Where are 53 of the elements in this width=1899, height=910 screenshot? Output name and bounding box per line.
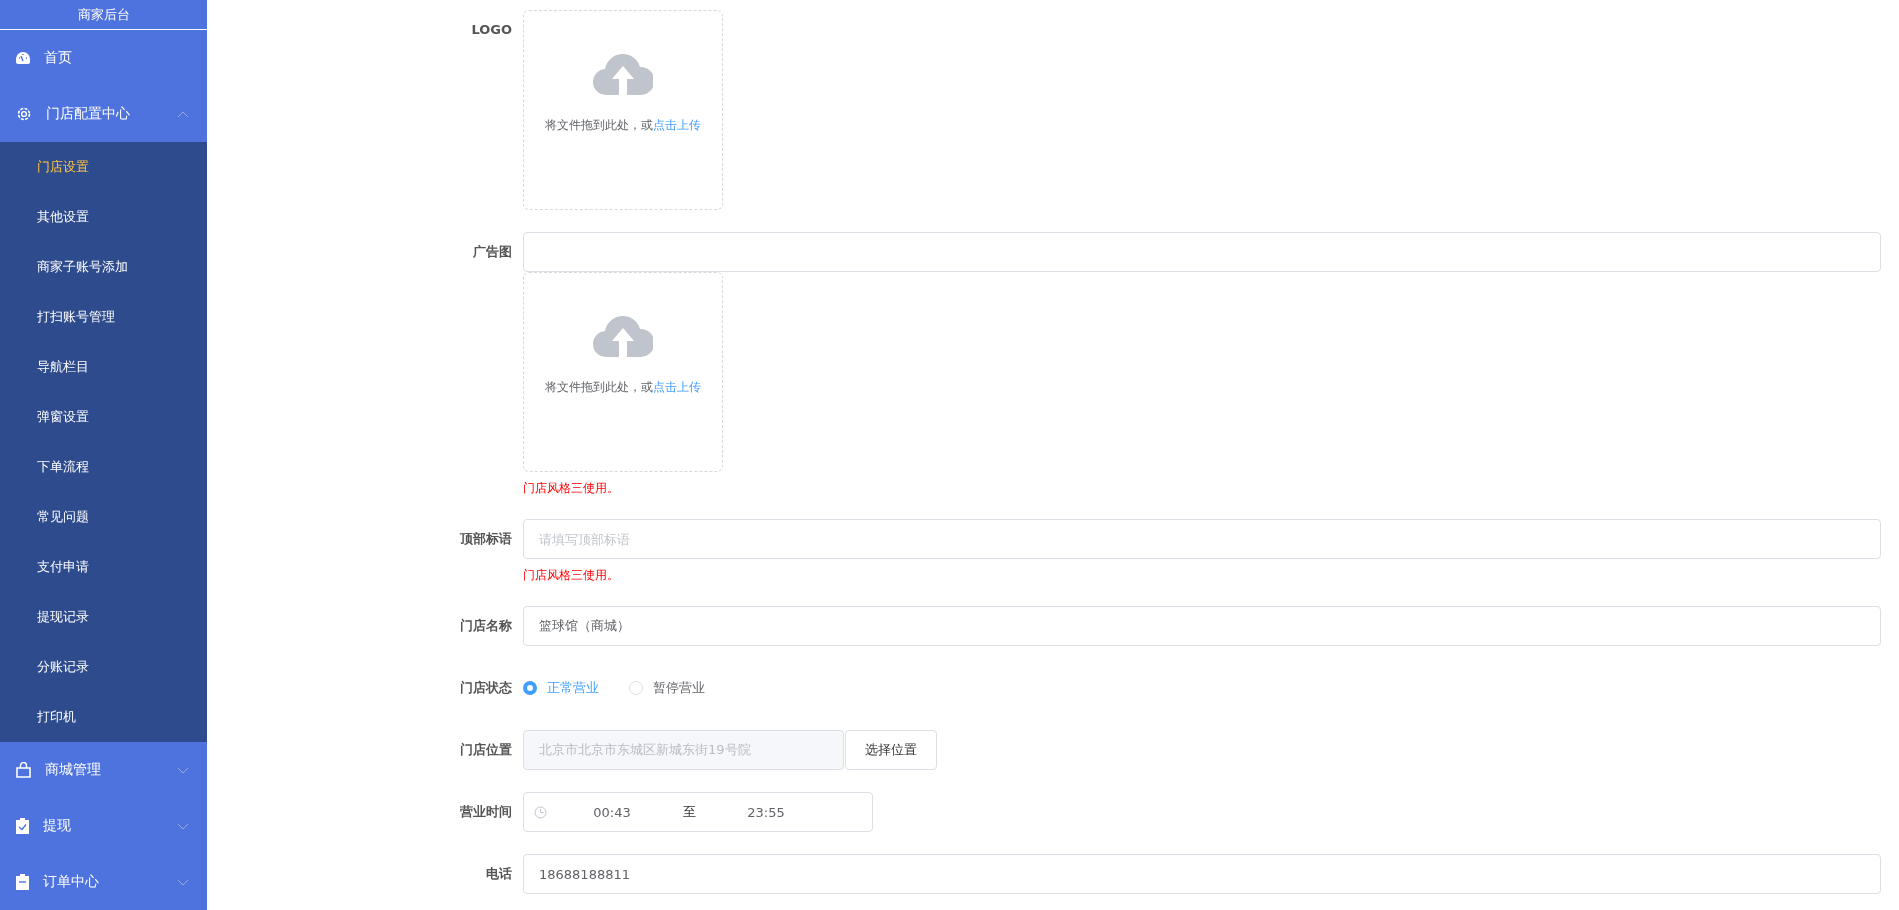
submenu-item[interactable]: 商家子账号添加 [0,242,207,292]
radio-option[interactable]: 暂停营业 [629,679,705,697]
upload-area[interactable]: 将文件拖到此处，或点击上传 [523,10,723,210]
submenu-item[interactable]: 下单流程 [0,442,207,492]
field-label: 顶部标语 [459,530,513,548]
menu-item[interactable]: 提现 [0,798,207,854]
submenu-item[interactable]: 其他设置 [0,192,207,242]
field-label: 电话 [485,865,513,883]
clipboard-icon [16,874,29,890]
caret-down-icon [177,766,189,774]
field-hint: 门店风格三使用。 [523,567,619,584]
caret-up-icon [177,110,189,118]
menu-item[interactable]: 商城管理 [0,742,207,798]
submenu-item[interactable]: 打扫账号管理 [0,292,207,342]
clipboard-check-icon [16,818,29,834]
field-label: LOGO [470,21,513,39]
submenu-item[interactable]: 弹窗设置 [0,392,207,442]
upload-cloud-icon [593,51,653,97]
clock-icon [534,805,547,819]
menu-item[interactable]: 首页 [0,30,207,86]
upload-instruction: 将文件拖到此处，或点击上传 [545,379,701,396]
sidebar-title: 商家后台 [0,0,207,30]
text-input[interactable]: 请填写顶部标语 [523,519,1881,559]
submenu-item[interactable]: 支付申请 [0,542,207,592]
upload-instruction: 将文件拖到此处，或点击上传 [545,117,701,134]
caret-down-icon [177,878,189,886]
text-input[interactable]: 篮球馆（商城） [523,606,1881,646]
submenu-item[interactable]: 常见问题 [0,492,207,542]
submenu-item[interactable]: 提现记录 [0,592,207,642]
field-label: 门店状态 [459,679,513,697]
field-hint: 门店风格三使用。 [523,480,619,497]
end-time: 23:55 [746,804,786,820]
field-label: 广告图 [472,243,513,261]
submenu-item[interactable]: 打印机 [0,692,207,742]
text-input[interactable]: 18688188811 [523,854,1881,894]
field-label: 门店名称 [459,617,513,635]
submenu-item[interactable]: 分账记录 [0,642,207,692]
upload-cloud-icon [593,313,653,359]
dashboard-icon [16,52,30,64]
gear-icon [16,106,32,122]
submenu-item[interactable]: 导航栏目 [0,342,207,392]
menu-item[interactable]: 订单中心 [0,854,207,910]
time-range-input[interactable]: 00:43 至 23:55 [523,792,873,832]
range-separator: 至 [681,803,697,821]
menu-item[interactable]: 门店配置中心 [0,86,207,142]
start-time: 00:43 [592,804,632,820]
shopping-bag-icon [16,762,31,778]
text-input[interactable] [523,232,1881,272]
field-label: 营业时间 [459,803,513,821]
caret-down-icon [177,822,189,830]
field-label: 门店位置 [459,741,513,759]
upload-area[interactable]: 将文件拖到此处，或点击上传 [523,272,723,472]
submenu-item[interactable]: 门店设置 [0,142,207,192]
